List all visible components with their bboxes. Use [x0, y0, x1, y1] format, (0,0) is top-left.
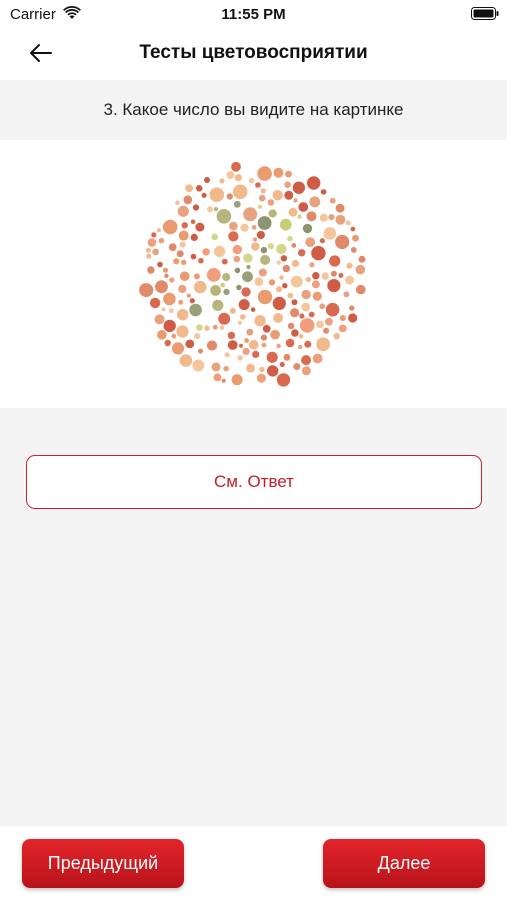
bottom-toolbar: Предыдущий Далее	[0, 826, 507, 900]
show-answer-label: См. Ответ	[214, 472, 294, 491]
status-bar: Carrier 11:55 PM	[0, 0, 507, 30]
ishihara-plate-image	[139, 161, 366, 387]
plate-container	[0, 140, 507, 408]
next-button-label: Далее	[377, 853, 431, 873]
question-text: 3. Какое число вы видите на картинке	[103, 100, 404, 119]
show-answer-button[interactable]: См. Ответ	[26, 455, 482, 509]
battery-icon	[471, 7, 499, 20]
content-area: См. Ответ	[0, 408, 507, 826]
status-time: 11:55 PM	[221, 6, 286, 23]
previous-button-label: Предыдущий	[47, 853, 159, 873]
page-title: Тесты цветовосприятии	[139, 42, 368, 63]
navigation-bar: Тесты цветовосприятии	[0, 30, 507, 80]
question-banner: 3. Какое число вы видите на картинке	[0, 80, 507, 140]
previous-button[interactable]: Предыдущий	[22, 839, 184, 888]
next-button[interactable]: Далее	[323, 839, 485, 888]
